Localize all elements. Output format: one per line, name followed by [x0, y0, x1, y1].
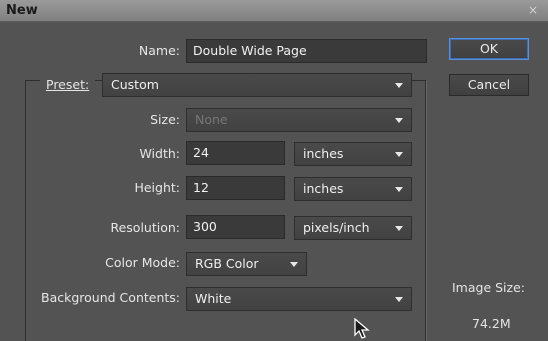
title-bar[interactable]: New ×	[0, 0, 548, 22]
height-unit-select[interactable]: inches	[294, 177, 412, 201]
cancel-button[interactable]: Cancel	[449, 74, 529, 96]
window-title: New	[6, 3, 38, 18]
color-mode-select[interactable]: RGB Color	[186, 252, 307, 276]
chevron-down-icon	[395, 297, 403, 302]
name-label: Name:	[138, 43, 180, 58]
chevron-down-icon	[395, 83, 403, 88]
size-label: Size:	[150, 112, 180, 127]
chevron-down-icon	[290, 262, 298, 267]
height-input[interactable]: 12	[186, 176, 285, 200]
color-mode-value: RGB Color	[195, 256, 259, 271]
image-size-value: 74.2M	[472, 316, 511, 331]
close-icon[interactable]: ×	[528, 3, 538, 17]
resolution-input[interactable]: 300	[186, 215, 285, 239]
chevron-down-icon	[395, 152, 403, 157]
chevron-down-icon	[395, 187, 403, 192]
new-document-dialog: Name: Double Wide Page Preset: Custom Si…	[0, 22, 548, 341]
image-size-label: Image Size:	[452, 280, 525, 295]
name-input[interactable]: Double Wide Page	[186, 39, 427, 63]
size-select: None	[186, 108, 412, 132]
width-label: Width:	[139, 146, 180, 161]
background-contents-label: Background Contents:	[41, 290, 180, 305]
color-mode-label: Color Mode:	[105, 255, 180, 270]
height-unit-value: inches	[303, 181, 344, 196]
mouse-pointer-icon	[354, 318, 370, 339]
chevron-down-icon	[395, 118, 403, 123]
resolution-label: Resolution:	[110, 220, 180, 235]
size-value: None	[195, 112, 228, 127]
background-contents-select[interactable]: White	[186, 287, 412, 311]
preset-label: Preset:	[40, 77, 96, 92]
width-unit-select[interactable]: inches	[294, 142, 412, 166]
resolution-unit-select[interactable]: pixels/inch	[294, 216, 412, 240]
chevron-down-icon	[395, 226, 403, 231]
resolution-unit-value: pixels/inch	[303, 220, 370, 235]
preset-label-text: Preset:	[46, 77, 90, 92]
ok-button[interactable]: OK	[449, 38, 529, 60]
preset-value: Custom	[111, 77, 159, 92]
preset-select[interactable]: Custom	[102, 73, 412, 97]
background-contents-value: White	[195, 291, 232, 306]
width-input[interactable]: 24	[186, 141, 285, 165]
width-unit-value: inches	[303, 146, 344, 161]
height-label: Height:	[134, 180, 180, 195]
